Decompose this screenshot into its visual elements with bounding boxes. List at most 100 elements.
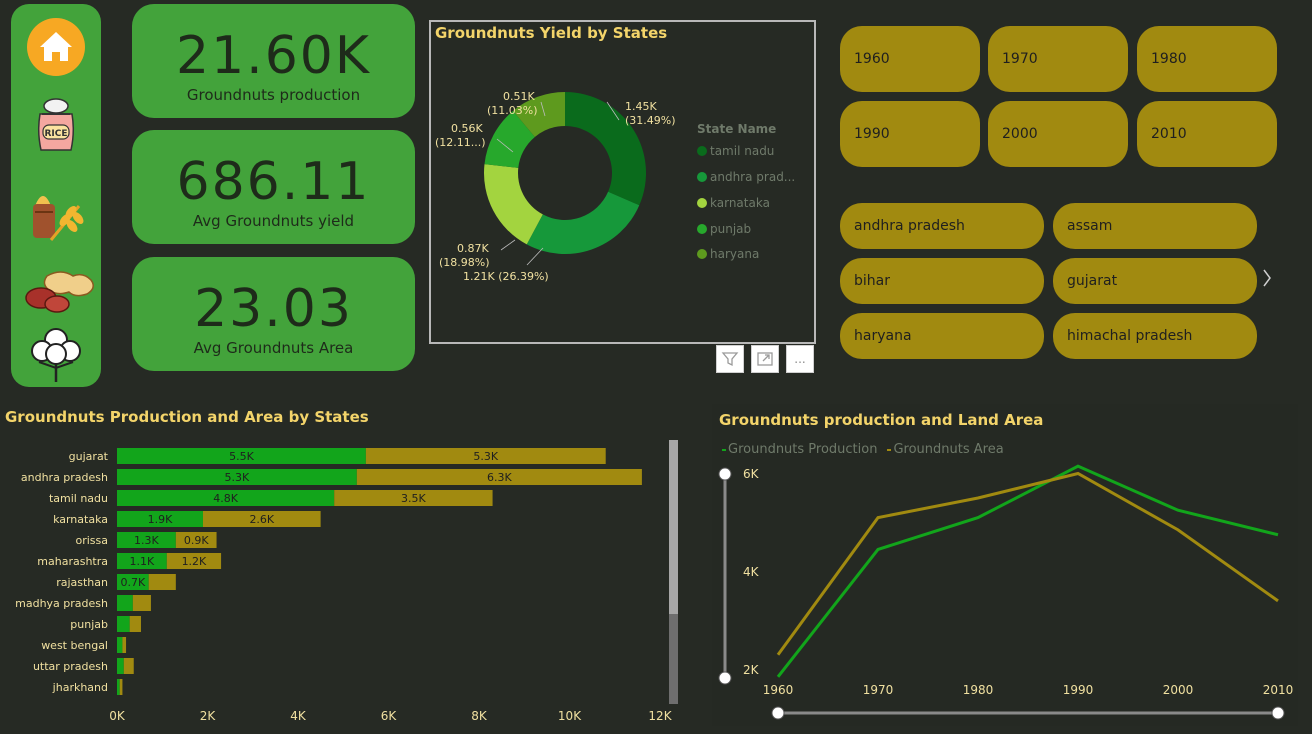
filter-button[interactable] bbox=[716, 345, 744, 373]
state-slicer-item[interactable]: bihar bbox=[840, 258, 1044, 304]
x-tick-label: 4K bbox=[290, 709, 307, 723]
line-chart: 6K 4K 2K1960 1970 1980 1990 2000 2010 bbox=[718, 464, 1294, 720]
year-slicer-item[interactable]: 1970 bbox=[988, 26, 1128, 92]
x-tick-label: 0K bbox=[109, 709, 126, 723]
focus-mode-button[interactable] bbox=[751, 345, 779, 373]
wheat-button[interactable] bbox=[25, 182, 87, 244]
x-range-handle-left[interactable] bbox=[771, 706, 785, 720]
legend-dot bbox=[697, 146, 707, 156]
x-tick-label: 1960 bbox=[763, 683, 794, 697]
legend-item[interactable]: tamil nadu bbox=[697, 144, 774, 158]
donut-slice-andhra-pradesh[interactable] bbox=[526, 191, 640, 255]
x-tick-label: 1990 bbox=[1063, 683, 1094, 697]
line-series-groundnuts-production[interactable] bbox=[776, 464, 1279, 678]
kpi-area-card: 23.03 Avg Groundnuts Area bbox=[132, 257, 415, 371]
bar-segment[interactable] bbox=[117, 616, 130, 632]
more-options-button[interactable]: ... bbox=[786, 345, 814, 373]
donut-leader-line bbox=[500, 239, 516, 251]
cotton-button[interactable] bbox=[25, 322, 87, 384]
legend-item[interactable]: andhra prad... bbox=[697, 170, 795, 184]
x-tick-label: 2010 bbox=[1263, 683, 1294, 697]
chevron-right-icon[interactable] bbox=[1262, 268, 1272, 293]
bar-category-label: orissa bbox=[75, 534, 108, 547]
nav-panel: RICE bbox=[11, 4, 101, 387]
home-button[interactable] bbox=[25, 16, 87, 78]
x-range-handle-right[interactable] bbox=[1271, 706, 1285, 720]
donut-leader-line bbox=[526, 247, 544, 266]
bar-data-label: 6.3K bbox=[487, 471, 512, 484]
bar-segment[interactable] bbox=[117, 637, 123, 653]
y-range-handle-bottom[interactable] bbox=[718, 671, 732, 685]
x-tick-label: 2000 bbox=[1163, 683, 1194, 697]
state-slicer-item[interactable]: himachal pradesh bbox=[1053, 313, 1257, 359]
legend-item[interactable]: karnataka bbox=[697, 196, 770, 210]
x-tick-label: 1980 bbox=[963, 683, 994, 697]
x-tick-label: 8K bbox=[471, 709, 488, 723]
filter-icon bbox=[721, 352, 739, 367]
bar-segment[interactable] bbox=[117, 679, 120, 695]
bar-segment[interactable] bbox=[132, 595, 151, 611]
bar-segment[interactable] bbox=[122, 637, 127, 653]
year-slicer-item[interactable]: 1990 bbox=[840, 101, 980, 167]
legend-item[interactable]: punjab bbox=[697, 222, 751, 236]
scrollbar-thumb[interactable] bbox=[669, 440, 678, 614]
groundnut-icon bbox=[25, 271, 94, 313]
state-slicer-item[interactable]: assam bbox=[1053, 203, 1257, 249]
bar-segment[interactable] bbox=[148, 574, 176, 590]
donut-chart-panel[interactable]: Groundnuts Yield by States 1.45K (31.49%… bbox=[429, 20, 816, 344]
donut-label-andhra: 1.21K (26.39%) bbox=[463, 270, 549, 283]
donut-label-haryana: 0.51K (11.03%) bbox=[487, 90, 538, 117]
groundnut-button[interactable] bbox=[25, 266, 94, 328]
year-slicer-item[interactable]: 2000 bbox=[988, 101, 1128, 167]
focus-mode-icon bbox=[757, 352, 773, 366]
bar-segment[interactable] bbox=[123, 658, 134, 674]
bar-data-label: 1.3K bbox=[134, 534, 159, 547]
kpi-label: Avg Groundnuts Area bbox=[193, 339, 354, 357]
bar-data-label: 5.5K bbox=[229, 450, 254, 463]
home-icon bbox=[27, 18, 85, 76]
state-slicer-item[interactable]: andhra pradesh bbox=[840, 203, 1044, 249]
kpi-yield-card: 686.11 Avg Groundnuts yield bbox=[132, 130, 415, 244]
bar-category-label: tamil nadu bbox=[49, 492, 108, 505]
legend-dot bbox=[697, 172, 707, 182]
bar-data-label: 0.7K bbox=[120, 576, 145, 589]
y-tick-label: 4K bbox=[743, 565, 760, 579]
state-slicer-item[interactable]: gujarat bbox=[1053, 258, 1257, 304]
kpi-value: 23.03 bbox=[194, 279, 353, 339]
legend-dot bbox=[697, 249, 707, 259]
bar-segment[interactable] bbox=[117, 658, 124, 674]
legend-title: State Name bbox=[697, 122, 777, 136]
y-range-handle-top[interactable] bbox=[718, 467, 732, 481]
y-tick-label: 2K bbox=[743, 663, 760, 677]
line-chart-panel[interactable]: Groundnuts production and Land Area Grou… bbox=[712, 404, 1298, 726]
y-tick-label: 6K bbox=[743, 467, 760, 481]
bar-data-label: 5.3K bbox=[473, 450, 498, 463]
bar-data-label: 2.6K bbox=[249, 513, 274, 526]
bar-category-label: jharkhand bbox=[52, 681, 108, 694]
bar-segment[interactable] bbox=[117, 595, 133, 611]
year-slicer-item[interactable]: 2010 bbox=[1137, 101, 1277, 167]
bar-category-label: maharashtra bbox=[37, 555, 108, 568]
x-tick-label: 12K bbox=[648, 709, 672, 723]
more-options-icon: ... bbox=[794, 352, 806, 366]
year-slicer-item[interactable]: 1980 bbox=[1137, 26, 1277, 92]
donut-label-karnataka: 0.87K (18.98%) bbox=[439, 242, 490, 269]
bar-segment[interactable] bbox=[129, 616, 141, 632]
bar-category-label: gujarat bbox=[69, 450, 109, 463]
bar-segment[interactable] bbox=[119, 679, 123, 695]
bar-category-label: rajasthan bbox=[56, 576, 108, 589]
kpi-label: Groundnuts production bbox=[186, 86, 361, 104]
donut-label-tamil-nadu: 1.45K (31.49%) bbox=[625, 100, 676, 127]
bar-data-label: 4.8K bbox=[213, 492, 238, 505]
line-series-groundnuts-area[interactable] bbox=[776, 471, 1279, 656]
legend-item[interactable]: haryana bbox=[697, 247, 759, 261]
rice-button[interactable]: RICE bbox=[25, 96, 87, 158]
bar-data-label: 0.9K bbox=[184, 534, 209, 547]
kpi-label: Avg Groundnuts yield bbox=[192, 212, 355, 230]
year-slicer-item[interactable]: 1960 bbox=[840, 26, 980, 92]
bar-data-label: 1.9K bbox=[148, 513, 173, 526]
bar-category-label: punjab bbox=[70, 618, 108, 631]
x-tick-label: 2K bbox=[200, 709, 217, 723]
bar-data-label: 5.3K bbox=[225, 471, 250, 484]
state-slicer-item[interactable]: haryana bbox=[840, 313, 1044, 359]
